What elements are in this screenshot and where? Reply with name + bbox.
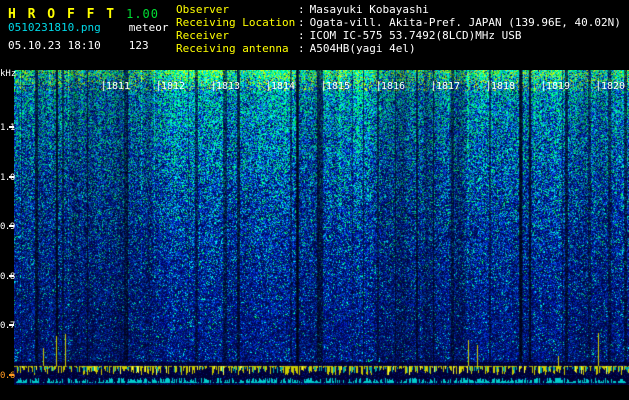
date-line: 05.10.23 18:10 123 (8, 39, 149, 52)
freq-tick-label: 0.9 (0, 222, 15, 232)
freq-tick-label: 1.1 (0, 123, 15, 133)
spectrogram-canvas (14, 70, 629, 385)
freq-tick-mark (9, 126, 14, 128)
freq-tick-mark (9, 324, 14, 326)
time-tick-label: 1816 (381, 81, 405, 92)
info-label: Receiving Location (176, 16, 298, 29)
info-separator: : (298, 29, 305, 42)
info-label: Observer (176, 3, 298, 16)
freq-tick-label: 0.8 (0, 272, 15, 282)
info-label: Receiving antenna (176, 42, 298, 55)
title-line: H R O F F T 1.00 (8, 3, 159, 22)
freq-tick-mark (9, 225, 14, 227)
datetime: 05.10.23 18:10 (8, 39, 101, 52)
info-separator: : (298, 16, 305, 29)
mode-label: meteor (129, 21, 169, 34)
freq-tick-label: 0.6 (0, 371, 15, 381)
time-tick-label: 1817 (436, 81, 460, 92)
echo-count: 123 (129, 39, 149, 52)
info-label: Receiver (176, 29, 298, 42)
time-tick-label: 1820 (601, 81, 625, 92)
file-line: 0510231810.png meteor (8, 21, 168, 34)
info-value: ICOM IC-575 53.7492(8LCD)MHz USB (310, 29, 522, 42)
freq-tick-mark (9, 176, 14, 178)
time-tick-label: 1813 (216, 81, 240, 92)
hrofft-screen: H R O F F T 1.00 0510231810.png meteor 05.… (0, 0, 629, 400)
output-filename: 0510231810.png (8, 21, 101, 34)
time-tick-label: 1819 (546, 81, 570, 92)
app-version: 1.00 (126, 7, 159, 21)
info-row-observer: Observer: Masayuki Kobayashi (176, 3, 621, 16)
freq-tick-label: 1.0 (0, 173, 15, 183)
info-separator: : (298, 42, 305, 55)
freq-tick-mark (9, 275, 14, 277)
app-title: H R O F F T (8, 7, 116, 22)
info-separator: : (298, 3, 305, 16)
freq-unit-label: kHz (0, 69, 16, 79)
info-row-receiver: Receiver: ICOM IC-575 53.7492(8LCD)MHz US… (176, 29, 621, 42)
info-row-location: Receiving Location: Ogata-vill. Akita-Pre… (176, 16, 621, 29)
freq-tick-label: 0.7 (0, 321, 15, 331)
info-value: Masayuki Kobayashi (310, 3, 429, 16)
info-value: Ogata-vill. Akita-Pref. JAPAN (139.96E, … (310, 16, 621, 29)
info-row-antenna: Receiving antenna: A504HB(yagi 4el) (176, 42, 621, 55)
info-value: A504HB(yagi 4el) (310, 42, 416, 55)
time-tick-label: 1811 (106, 81, 130, 92)
time-tick-label: 1815 (326, 81, 350, 92)
time-tick-label: 1814 (271, 81, 295, 92)
time-tick-label: 1818 (491, 81, 515, 92)
time-tick-label: 1812 (161, 81, 185, 92)
freq-tick-mark (9, 374, 14, 376)
station-info: Observer: Masayuki Kobayashi Receiving Lo… (176, 3, 621, 55)
